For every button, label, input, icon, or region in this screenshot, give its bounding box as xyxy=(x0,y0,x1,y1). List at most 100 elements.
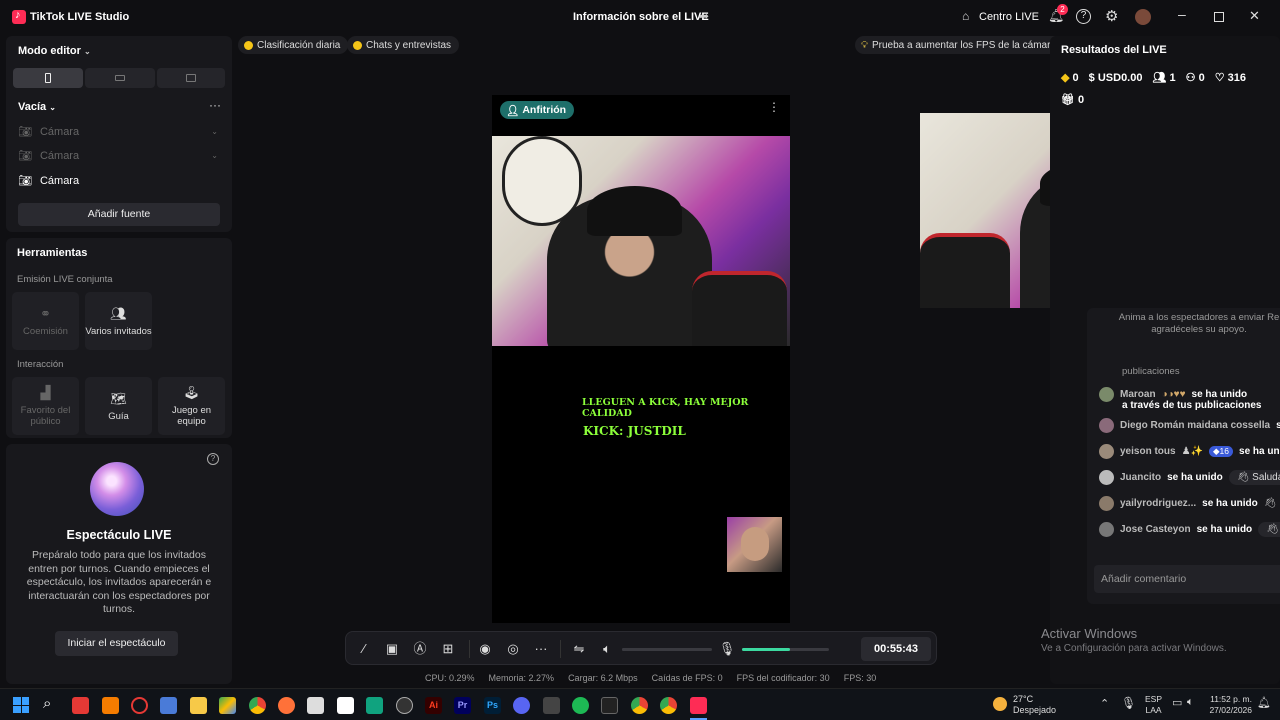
encoder-fps-stat: FPS del codificador: 30 xyxy=(736,673,830,683)
add-media-icon[interactable]: ⊞ xyxy=(439,640,457,658)
camera-toggle-icon[interactable]: ◎ xyxy=(504,640,522,658)
source-item[interactable]: 📷︎ Cámara ⌄ xyxy=(18,149,218,163)
spotify-icon[interactable] xyxy=(572,697,589,714)
more-icon[interactable]: ··· xyxy=(532,640,550,658)
home-icon[interactable]: ⌂ xyxy=(962,9,969,23)
greet-button[interactable]: 👋︎ Saluda xyxy=(1228,469,1280,485)
chrome-icon[interactable] xyxy=(249,697,266,714)
terminal-icon[interactable] xyxy=(601,697,618,714)
usd-value: USD0.00 xyxy=(1097,71,1143,84)
dual-layout-icon xyxy=(186,74,196,82)
start-show-button[interactable]: Iniciar el espectáculo xyxy=(55,631,178,656)
comment-input[interactable]: Añadir comentario xyxy=(1094,565,1280,593)
add-source-button[interactable]: Añadir fuente xyxy=(18,203,220,226)
tool-label: Coemisión xyxy=(23,325,68,337)
chevron-up-icon[interactable]: ⌃ xyxy=(1100,697,1109,710)
premiere-icon[interactable]: Pr xyxy=(454,697,471,714)
drive-icon[interactable] xyxy=(219,697,236,714)
file-icon[interactable] xyxy=(337,697,354,714)
clock[interactable]: 11:52 p. m. 27/02/2026 xyxy=(1206,694,1252,716)
app-icon[interactable] xyxy=(72,697,89,714)
windows-start-icon[interactable] xyxy=(13,697,29,713)
source-item[interactable]: 📷︎ Cámara ⌄ xyxy=(18,125,218,139)
chrome-icon[interactable] xyxy=(631,697,648,714)
daily-rank-chip[interactable]: Clasificación diaria xyxy=(238,36,349,54)
gifts-count: 0 xyxy=(1078,94,1085,106)
shares-stat: ⚇ 0 xyxy=(1186,71,1205,84)
chevron-down-icon: ⌄ xyxy=(211,151,218,160)
audience-favorite-tool[interactable]: ▟ Favorito del público xyxy=(12,377,79,435)
close-icon[interactable]: ✕ xyxy=(1249,8,1260,24)
notification-center-icon[interactable]: 🔔︎ xyxy=(1257,696,1271,709)
photoshop-icon[interactable]: Ps xyxy=(484,697,501,714)
microphone-icon[interactable]: 🎙︎ xyxy=(718,640,736,658)
minimize-icon[interactable]: – xyxy=(1178,6,1186,22)
language-indicator[interactable]: ESP LAA xyxy=(1145,694,1162,716)
effects-icon[interactable]: ▣ xyxy=(383,640,401,658)
chats-chip[interactable]: Chats y entrevistas xyxy=(347,36,460,54)
diamond-count: 0 xyxy=(1072,72,1079,84)
chatgpt-icon[interactable] xyxy=(366,697,383,714)
live-info-title[interactable]: Información sobre el LIVE xyxy=(573,11,709,23)
guide-tool[interactable]: 🗺︎ Guía xyxy=(85,377,152,435)
kebab-menu-icon[interactable]: ⋮ xyxy=(768,100,780,114)
settings-icon[interactable]: ⚙ xyxy=(1105,7,1118,25)
fps-drops-stat: Caídas de FPS: 0 xyxy=(651,673,723,683)
app-icon[interactable] xyxy=(396,697,413,714)
weather-widget[interactable]: 27°C Despejado xyxy=(1013,694,1056,716)
ai-icon[interactable]: Ⓐ xyxy=(411,640,429,658)
speaker-icon[interactable]: 🔈︎ xyxy=(598,640,616,658)
chat-name: Diego Román maidana cossella xyxy=(1120,419,1271,431)
mode-editor-dropdown[interactable]: Modo editor ⌄ xyxy=(18,45,91,57)
mic-slider[interactable] xyxy=(742,648,829,651)
interaction-title: Interacción xyxy=(17,359,64,370)
tools-panel: Herramientas Emisión LIVE conjunta ⚭ Coe… xyxy=(6,238,232,438)
search-icon[interactable]: ⌕ xyxy=(43,695,51,712)
chat-name: yailyrodriguez... xyxy=(1120,497,1197,509)
mixer-icon[interactable]: ⇋ xyxy=(570,640,588,658)
firefox-icon[interactable] xyxy=(278,697,295,714)
centro-live-link[interactable]: Centro LIVE xyxy=(979,11,1039,23)
app-icon[interactable] xyxy=(543,697,560,714)
weather-desc: Despejado xyxy=(1013,705,1057,715)
help-icon[interactable]: ? xyxy=(207,453,219,465)
avatar xyxy=(1099,386,1114,402)
opera-icon[interactable] xyxy=(131,697,148,714)
multi-guest-tool[interactable]: 👥︎ Varios invitados xyxy=(85,292,152,350)
chat-name: Juancito xyxy=(1120,471,1162,483)
greet-button[interactable]: 👋︎ S xyxy=(1258,521,1280,537)
tab-dual[interactable] xyxy=(157,68,225,88)
app-icon[interactable] xyxy=(307,697,324,714)
record-icon[interactable]: ◉ xyxy=(476,640,494,658)
live-preview[interactable]: 👤︎ Anfitrión ⋮ LLEGUEN A KICK, HAY MEJOR… xyxy=(492,95,790,623)
store-icon[interactable] xyxy=(160,697,177,714)
illustrator-icon[interactable]: Ai xyxy=(425,697,442,714)
team-game-tool[interactable]: 🕹︎ Juego en equipo xyxy=(158,377,225,435)
tiktok-studio-icon[interactable] xyxy=(690,697,707,714)
link-icon: ⚭ xyxy=(40,305,51,321)
chrome-icon[interactable] xyxy=(660,697,677,714)
help-icon[interactable]: ? xyxy=(1076,9,1091,24)
coemission-tool[interactable]: ⚭ Coemisión xyxy=(12,292,79,350)
microphone-icon[interactable]: 🎙︎ xyxy=(1121,696,1136,710)
magic-wand-icon[interactable]: ⁄ xyxy=(355,640,373,658)
tab-portrait[interactable] xyxy=(13,68,83,88)
more-options-icon[interactable]: ··· xyxy=(209,98,221,112)
fps-tip-chip[interactable]: 💡︎ Prueba a aumentar los FPS de la cámar… xyxy=(855,36,1064,54)
chat-name: Maroan xyxy=(1120,388,1156,400)
scene-dropdown[interactable]: Vacía ⌄ xyxy=(18,101,56,113)
discord-icon[interactable] xyxy=(513,697,530,714)
volume-icon[interactable]: 🔈︎ xyxy=(1187,696,1194,709)
network-icon[interactable]: ▭ xyxy=(1172,696,1182,709)
chat-joined: se ha unido xyxy=(1239,445,1280,457)
maximize-icon[interactable] xyxy=(1214,12,1224,22)
source-item[interactable]: 📷︎ Cámara xyxy=(18,174,218,188)
folder-icon[interactable] xyxy=(190,697,207,714)
tab-landscape[interactable] xyxy=(85,68,155,88)
share-icon[interactable]: ➦ xyxy=(699,9,713,23)
volume-slider[interactable] xyxy=(622,648,712,651)
avatar[interactable] xyxy=(1135,9,1151,25)
wave-icon[interactable]: 👋︎ xyxy=(1264,498,1277,509)
overlay-line-2: CALIDAD xyxy=(582,408,632,419)
app-icon[interactable] xyxy=(102,697,119,714)
